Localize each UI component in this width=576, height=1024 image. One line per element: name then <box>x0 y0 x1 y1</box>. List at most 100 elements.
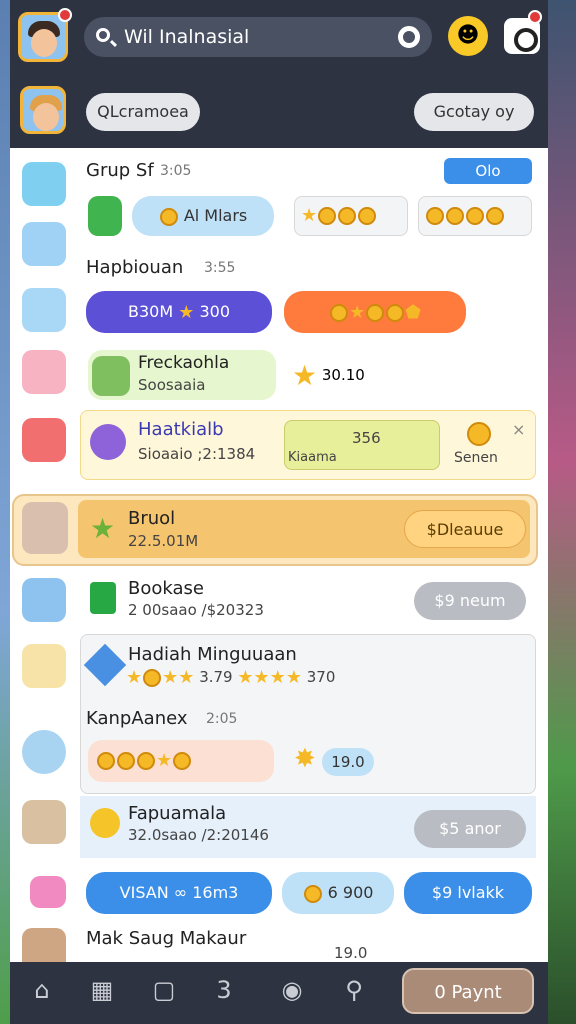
group-label: Gcotay oy <box>433 102 515 121</box>
man-avatar <box>22 502 68 554</box>
kanpa-time: 2:05 <box>206 711 238 727</box>
kanpa-value: 19.0 <box>331 753 365 771</box>
group-avatar[interactable] <box>20 86 66 134</box>
bookase-button[interactable]: $9 neum <box>414 582 526 620</box>
grup-pill[interactable]: Al Mlars <box>132 196 274 236</box>
filter-label: QLcramoea <box>97 102 189 121</box>
star-burst-icon: ✸ <box>294 744 316 774</box>
mak-title: Mak Saug Makaur <box>86 928 247 949</box>
coin-icon <box>159 207 178 226</box>
phone-icon[interactable] <box>88 196 122 236</box>
visan-pill[interactable]: VISAN ∞ 16m3 <box>86 872 272 914</box>
bookase-sub: 2 00saao /$20323 <box>128 601 264 619</box>
sun-icon[interactable]: ☻ <box>448 16 488 56</box>
lamp-icon <box>90 808 120 838</box>
hapbl-pill[interactable]: B30M ★ 300 <box>86 291 272 333</box>
fapua-button-label: 5 anor <box>449 819 501 838</box>
star-badge-icon <box>22 418 66 462</box>
girl-avatar <box>22 350 66 394</box>
top-bar: Wil Inalnasial ☻ QLcramoea Gcotay oy <box>10 0 548 148</box>
camera-badge <box>528 10 542 24</box>
bruol-sub: 22.5.01M <box>128 532 199 550</box>
kanpa-title: KanpAanex <box>86 708 188 729</box>
house-icon <box>92 356 130 396</box>
visan-coin-pill[interactable]: 6 900 <box>282 872 394 914</box>
hapbl-pill-label: B30M <box>127 302 174 321</box>
fapua-title: Fapuamala <box>128 803 227 824</box>
document-icon <box>90 582 116 614</box>
hadiah-rewards: ★ ★★ 3.79 ★★★★ 370 <box>126 667 336 688</box>
home-icon[interactable]: ⌂ <box>22 976 62 1004</box>
visan-coin-value: 6 900 <box>327 883 374 902</box>
grup-time: 3:05 <box>160 163 192 179</box>
chicken-icon <box>22 222 66 266</box>
bag-icon[interactable]: ▢ <box>144 976 184 1004</box>
envelope-icon <box>30 876 66 908</box>
freck-title: Freckaohla <box>138 353 230 373</box>
haatk-sub: Sioaaio ;2:1384 <box>138 445 256 463</box>
dollar-icon: $ <box>426 520 437 539</box>
hapbl-value: 300 <box>199 302 230 321</box>
c-coin-icon <box>90 424 126 460</box>
mak-value: 19.0 <box>334 944 368 962</box>
bird-icon <box>22 162 66 206</box>
search-bar[interactable]: Wil Inalnasial <box>84 17 432 57</box>
robot-avatar <box>22 730 66 774</box>
freck-reward: ★ 30.10 <box>292 359 365 392</box>
bell-count[interactable]: 3 <box>204 976 244 1004</box>
group-button[interactable]: Gcotay oy <box>414 93 534 131</box>
search-icon <box>96 28 110 42</box>
visan-pill-label: VISAN <box>119 883 169 902</box>
haatk-coin-label: Senen <box>454 450 498 466</box>
freck-sub: Soosaaia <box>138 376 206 394</box>
visan-pill-value: 16m3 <box>192 883 239 902</box>
grup-rewards-2[interactable] <box>418 196 532 236</box>
bookase-button-label: 9 neum <box>444 591 506 610</box>
pay-button[interactable]: 0 Paynt <box>402 968 534 1014</box>
search-text: Wil Inalnasial <box>124 26 250 48</box>
haatk-coin <box>466 422 492 446</box>
haatk-box-label: Kiaama <box>288 450 337 465</box>
grup-rewards-1[interactable]: ★ <box>294 196 408 236</box>
bookase-title: Bookase <box>128 578 204 599</box>
bruol-button-label: Dleauue <box>436 520 504 539</box>
pin-icon[interactable]: ⚲ <box>334 976 374 1004</box>
grup-pill-label: Al Mlars <box>183 206 248 225</box>
bruol-button[interactable]: $Dleauue <box>404 510 526 548</box>
background-right <box>548 0 576 1024</box>
haatk-title: Haatkialb <box>138 419 224 440</box>
pirate-avatar <box>22 288 66 332</box>
notification-dot <box>58 8 72 22</box>
kanpa-rewards[interactable]: ★ <box>88 740 274 782</box>
dollar-icon: $ <box>434 591 445 610</box>
settings-icon[interactable] <box>398 26 420 48</box>
pay-label: 0 Paynt <box>434 982 502 1003</box>
hadiah-value2: 370 <box>306 668 336 686</box>
chat-icon[interactable]: ◉ <box>272 976 312 1004</box>
dollar-icon: $ <box>431 883 443 902</box>
boy-avatar <box>22 578 66 622</box>
fapua-button[interactable]: $5 anor <box>414 810 526 848</box>
grup-title: Grup Sf <box>86 160 154 181</box>
fapua-sub: 32.0saao /2:20146 <box>128 826 269 844</box>
kid-avatar <box>22 644 66 688</box>
haatk-box-value: 356 <box>352 429 381 447</box>
star-cluster-icon: ★ <box>90 512 116 545</box>
grup-badge-label: Olo <box>475 162 501 180</box>
filter-button[interactable]: QLcramoea <box>86 93 200 131</box>
hadiah-title: Hadiah Minguuaan <box>128 644 297 665</box>
kanpa-value-pill[interactable]: 19.0 <box>322 748 374 776</box>
visan-button[interactable]: $9 lvlakk <box>404 872 532 914</box>
hadiah-value1: 3.79 <box>199 668 233 686</box>
hapbl-time: 3:55 <box>204 260 236 276</box>
hapbl-rewards[interactable]: ★ ⬟ <box>284 291 466 333</box>
visan-button-label: 9 lvlakk <box>442 883 505 902</box>
shop-icon[interactable]: ▦ <box>82 976 122 1004</box>
app-window: Wil Inalnasial ☻ QLcramoea Gcotay oy Gru… <box>10 0 548 1024</box>
hapbl-title: Hapbiouan <box>86 257 184 278</box>
grup-badge[interactable]: Olo <box>444 158 532 184</box>
freck-value: 30.10 <box>321 366 365 384</box>
close-icon[interactable]: × <box>512 420 525 439</box>
bruol-title: Bruol <box>128 508 176 529</box>
man2-avatar <box>22 800 66 844</box>
